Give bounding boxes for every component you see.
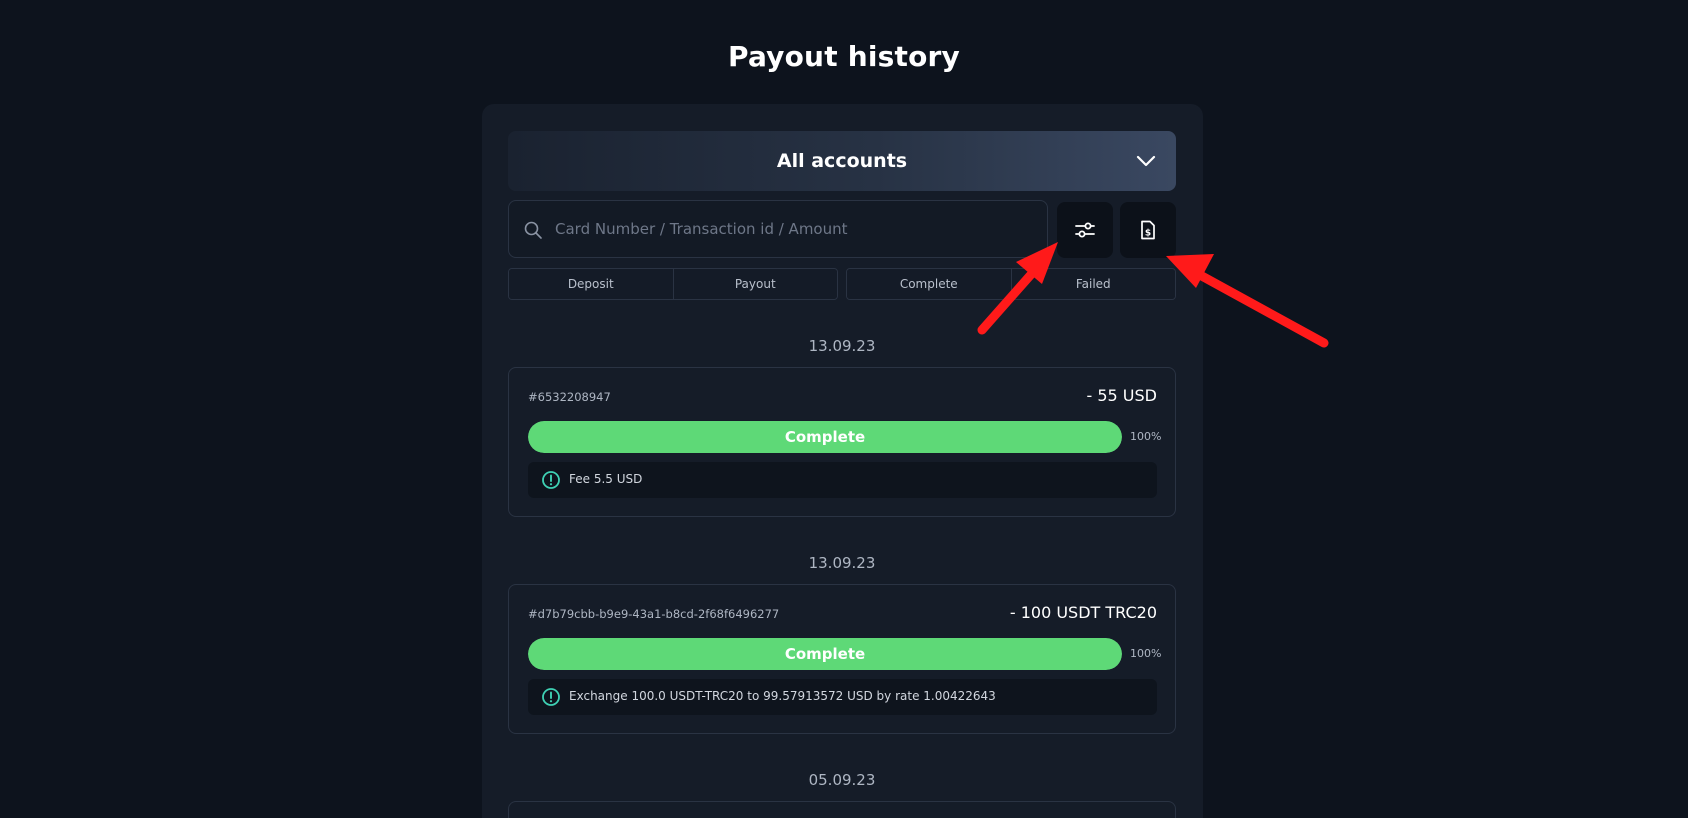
- date-label: 05.09.23: [808, 771, 876, 789]
- tab-failed[interactable]: Failed: [1010, 269, 1175, 299]
- status-progress-bar: Complete: [528, 638, 1122, 670]
- progress-fill: Complete: [528, 421, 1122, 453]
- tab-deposit[interactable]: Deposit: [509, 269, 673, 299]
- progress-percent: 100%: [1130, 430, 1162, 443]
- page-title: Payout history: [727, 40, 961, 73]
- tab-payout[interactable]: Payout: [672, 269, 837, 299]
- export-button[interactable]: $: [1120, 202, 1176, 258]
- account-select-value: All accounts: [776, 150, 908, 172]
- document-dollar-icon: $: [1141, 220, 1155, 240]
- transaction-amount: - 55 USD: [1086, 386, 1158, 405]
- chevron-down-icon: [1136, 155, 1156, 167]
- progress-fill: Complete: [528, 638, 1122, 670]
- search-icon: [524, 221, 542, 239]
- sliders-icon: [1075, 222, 1095, 238]
- note-text: Exchange 100.0 USDT-TRC20 to 99.57913572…: [569, 689, 996, 703]
- status-filter-tabs: Complete Failed: [846, 268, 1176, 300]
- transaction-id: #d7b79cbb-b9e9-43a1-b8cd-2f68f6496277: [528, 607, 780, 621]
- transaction-note: Exchange 100.0 USDT-TRC20 to 99.57913572…: [528, 679, 1157, 715]
- date-label: 13.09.23: [808, 337, 876, 355]
- note-text: Fee 5.5 USD: [569, 472, 643, 486]
- info-icon: [542, 471, 560, 489]
- transaction-note: Fee 5.5 USD: [528, 462, 1157, 498]
- svg-text:$: $: [1145, 229, 1151, 239]
- transaction-card[interactable]: #6532208947 - 55 USD Complete 100% Fee 5…: [508, 367, 1176, 517]
- status-label: Complete: [784, 645, 866, 663]
- filter-button[interactable]: [1057, 202, 1113, 258]
- type-filter-tabs: Deposit Payout: [508, 268, 838, 300]
- status-progress-bar: Complete: [528, 421, 1122, 453]
- transaction-amount: - 100 USDT TRC20: [1009, 603, 1157, 622]
- transaction-id: #6532208947: [528, 390, 611, 404]
- tab-complete[interactable]: Complete: [847, 269, 1011, 299]
- search-field[interactable]: [508, 200, 1048, 258]
- transaction-card[interactable]: [508, 801, 1176, 818]
- date-label: 13.09.23: [808, 554, 876, 572]
- progress-percent: 100%: [1130, 647, 1162, 660]
- status-label: Complete: [784, 428, 866, 446]
- account-select[interactable]: All accounts: [508, 131, 1176, 191]
- transaction-card[interactable]: #d7b79cbb-b9e9-43a1-b8cd-2f68f6496277 - …: [508, 584, 1176, 734]
- search-input[interactable]: [555, 201, 1035, 257]
- info-icon: [542, 688, 560, 706]
